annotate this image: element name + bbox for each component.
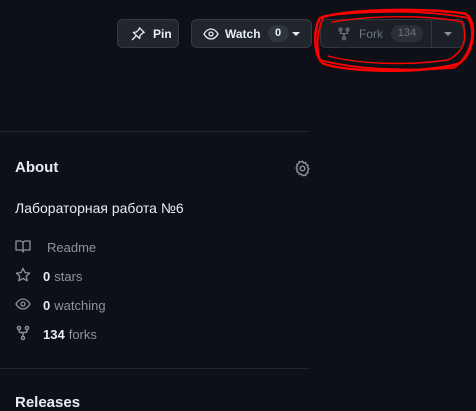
forks-count: 134 [43, 326, 65, 342]
about-heading: About [15, 159, 59, 176]
forks-label: forks [68, 326, 97, 342]
fork-label: Fork [359, 26, 383, 41]
watch-label: Watch [225, 26, 261, 41]
chevron-down-icon[interactable] [292, 32, 300, 36]
stars-link[interactable]: 0 stars [15, 267, 83, 286]
gear-icon[interactable] [294, 160, 311, 182]
fork-count: 134 [391, 25, 423, 42]
fork-button-divider [431, 20, 432, 47]
pin-label: Pin [153, 26, 172, 41]
watching-count: 0 [43, 297, 51, 313]
section-divider [0, 368, 310, 369]
repo-forked-icon [15, 325, 31, 344]
section-divider [0, 131, 310, 132]
readme-label: Readme [47, 239, 97, 255]
watch-count: 0 [267, 25, 289, 42]
watch-button[interactable]: Watch 0 [191, 19, 312, 48]
book-icon [15, 238, 31, 257]
stars-count: 0 [43, 268, 51, 284]
pin-icon [130, 26, 146, 42]
eye-icon [15, 296, 31, 315]
star-icon [15, 267, 31, 286]
pin-button[interactable]: Pin [117, 19, 179, 48]
readme-link[interactable]: Readme [15, 239, 96, 255]
forks-link[interactable]: 134 forks [15, 325, 97, 344]
fork-button[interactable]: Fork 134 [320, 19, 465, 48]
eye-icon [203, 26, 219, 42]
chevron-down-icon[interactable] [444, 32, 452, 36]
releases-heading: Releases [15, 394, 81, 411]
watching-label: watching [54, 297, 106, 313]
watching-link[interactable]: 0 watching [15, 297, 106, 313]
stars-label: stars [54, 268, 83, 284]
repo-forked-icon [337, 27, 351, 41]
repo-description: Лабораторная работа №6 [15, 200, 184, 216]
